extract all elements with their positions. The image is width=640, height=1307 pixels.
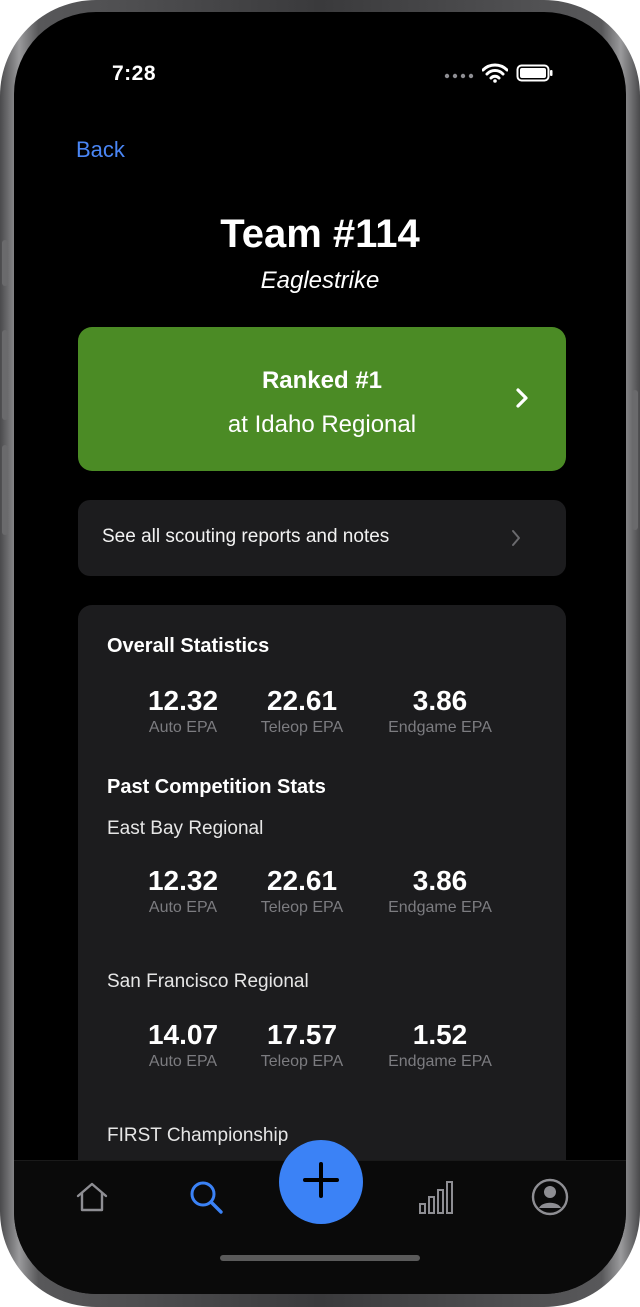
power-button xyxy=(632,390,638,530)
team-name-subtitle: Eaglestrike xyxy=(260,267,380,294)
battery-icon xyxy=(516,63,554,88)
stat-label: Teleop EPA xyxy=(260,719,344,736)
past-competition-heading: Past Competition Stats xyxy=(107,776,326,798)
stat-endgame-epa: 3.86 Endgame EPA xyxy=(360,865,520,919)
competition-name: San Francisco Regional xyxy=(107,971,309,992)
stat-value: 3.86 xyxy=(412,865,468,896)
rank-text: Ranked #1 xyxy=(261,367,383,394)
ranking-card[interactable]: Ranked #1 at Idaho Regional xyxy=(78,327,566,471)
wifi-icon xyxy=(481,63,509,88)
stat-teleop-epa: 22.61 Teleop EPA xyxy=(222,685,382,739)
status-time: 7:28 xyxy=(112,62,157,85)
stat-endgame-epa: 1.52 Endgame EPA xyxy=(360,1019,520,1073)
stat-value: 17.57 xyxy=(266,1019,338,1050)
signal-dots-icon xyxy=(444,66,474,84)
competition-name: FIRST Championship xyxy=(107,1125,289,1146)
stat-endgame-epa: 3.86 Endgame EPA xyxy=(360,685,520,739)
stat-label: Teleop EPA xyxy=(260,1053,344,1070)
home-indicator xyxy=(220,1255,420,1261)
add-button[interactable] xyxy=(279,1140,363,1224)
chevron-right-icon xyxy=(510,529,522,552)
rank-event-text: at Idaho Regional xyxy=(227,411,417,438)
stat-label: Endgame EPA xyxy=(388,1053,492,1070)
volume-up-button xyxy=(2,330,8,420)
scouting-reports-label: See all scouting reports and notes xyxy=(102,526,390,547)
home-icon[interactable] xyxy=(72,1177,112,1217)
competition-stats-row: 14.07 Auto EPA 17.57 Teleop EPA 1.52 End… xyxy=(78,1019,566,1079)
mute-switch xyxy=(2,240,8,286)
scouting-reports-link[interactable]: See all scouting reports and notes xyxy=(78,500,566,576)
chevron-right-icon xyxy=(514,387,530,414)
status-icons xyxy=(444,63,554,88)
stat-label: Endgame EPA xyxy=(388,719,492,736)
back-link[interactable]: Back xyxy=(76,137,125,163)
stat-label: Endgame EPA xyxy=(388,899,492,916)
overall-statistics-heading: Overall Statistics xyxy=(107,635,270,657)
profile-icon[interactable] xyxy=(530,1177,570,1217)
competition-name: East Bay Regional xyxy=(107,818,264,839)
team-number-title: Team #114 xyxy=(220,212,420,256)
stat-value: 1.52 xyxy=(412,1019,468,1050)
screen: 7:28 Back Team #114 Eaglestrike Ranked #… xyxy=(14,12,626,1294)
stat-value: 22.61 xyxy=(266,685,338,716)
plus-icon xyxy=(299,1158,343,1207)
stat-label: Teleop EPA xyxy=(260,899,344,916)
stat-teleop-epa: 17.57 Teleop EPA xyxy=(222,1019,382,1073)
search-icon[interactable] xyxy=(186,1177,226,1217)
stat-teleop-epa: 22.61 Teleop EPA xyxy=(222,865,382,919)
competition-stats-row: 12.32 Auto EPA 22.61 Teleop EPA 3.86 End… xyxy=(78,865,566,925)
chart-bars-icon[interactable] xyxy=(416,1177,456,1217)
overall-stats-row: 12.32 Auto EPA 22.61 Teleop EPA 3.86 End… xyxy=(78,685,566,745)
stat-value: 3.86 xyxy=(412,685,468,716)
volume-down-button xyxy=(2,445,8,535)
stat-value: 22.61 xyxy=(266,865,338,896)
